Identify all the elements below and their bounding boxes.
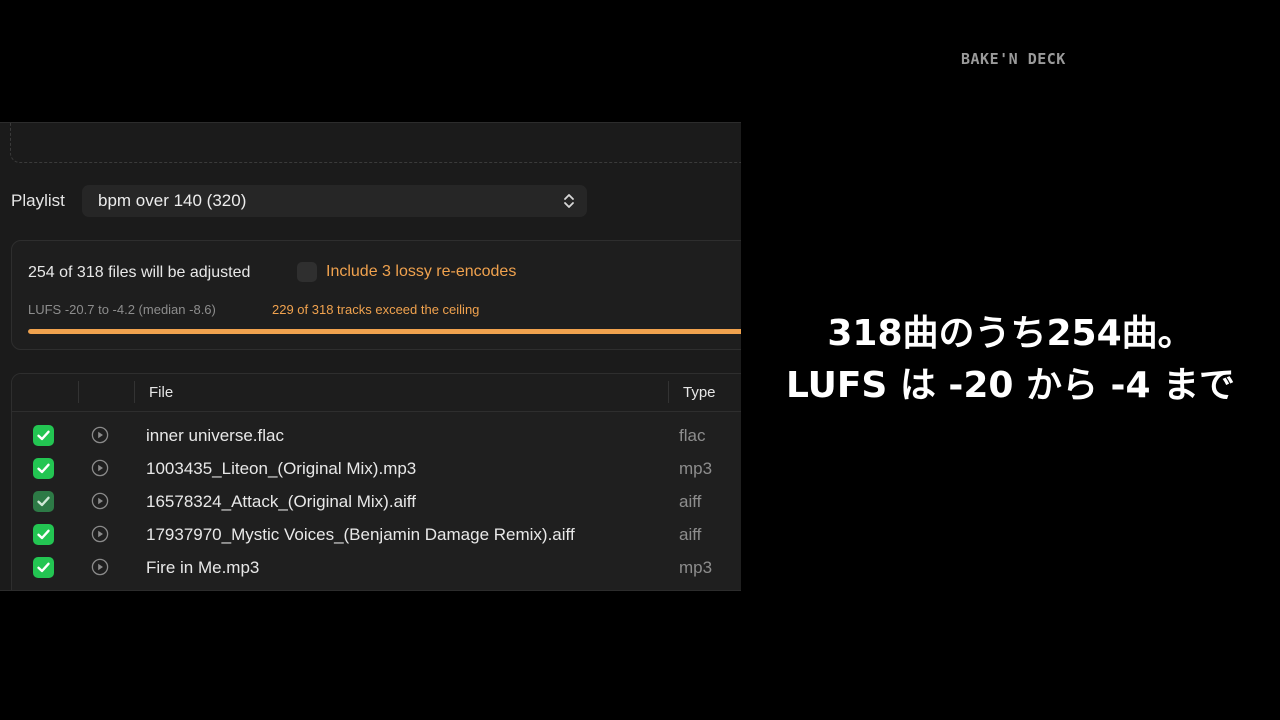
table-row[interactable]: 17937970_Mystic Voices_(Benjamin Damage … bbox=[12, 518, 741, 551]
app-panel: Playlist bpm over 140 (320) 254 of 318 f… bbox=[0, 122, 741, 591]
file-table: File Type inner universe.flac flac 10034… bbox=[11, 373, 741, 590]
checkmark-icon bbox=[37, 463, 50, 474]
file-type: mp3 bbox=[679, 558, 713, 577]
checkmark-icon bbox=[37, 562, 50, 573]
playlist-selected-value: bpm over 140 (320) bbox=[98, 191, 247, 210]
adjust-count-text: 254 of 318 files will be adjusted bbox=[28, 264, 251, 281]
checkmark-icon bbox=[37, 430, 50, 441]
file-type: aiff bbox=[679, 492, 702, 511]
progress-track bbox=[28, 329, 741, 334]
play-circle-icon[interactable] bbox=[91, 525, 109, 543]
file-name: 16578324_Attack_(Original Mix).aiff bbox=[146, 492, 416, 511]
exceed-ceiling-text: 229 of 318 tracks exceed the ceiling bbox=[272, 302, 480, 317]
playlist-select[interactable]: bpm over 140 (320) bbox=[82, 185, 587, 217]
play-circle-icon[interactable] bbox=[91, 459, 109, 477]
file-name: 1003435_Liteon_(Original Mix).mp3 bbox=[146, 459, 417, 478]
adjustment-summary: 254 of 318 files will be adjusted Includ… bbox=[11, 240, 741, 350]
row-checkbox[interactable] bbox=[33, 425, 54, 446]
file-type: flac bbox=[679, 426, 706, 445]
table-row[interactable]: inner universe.flac flac bbox=[12, 419, 741, 452]
caption-line-2: LUFS は -20 から -4 まで bbox=[785, 365, 1236, 406]
file-name: inner universe.flac bbox=[146, 426, 284, 445]
drop-zone[interactable] bbox=[10, 123, 741, 163]
table-row[interactable]: Fire in Me.mp3 mp3 bbox=[12, 551, 741, 584]
brand-watermark: BAKE'N DECK bbox=[961, 50, 1066, 68]
play-circle-icon[interactable] bbox=[91, 492, 109, 510]
row-checkbox[interactable] bbox=[33, 458, 54, 479]
file-type: aiff bbox=[679, 525, 702, 544]
lossy-checkbox[interactable] bbox=[297, 262, 317, 282]
column-header-type[interactable]: Type bbox=[683, 384, 716, 401]
checkmark-icon bbox=[37, 529, 50, 540]
lossy-reencode-toggle[interactable]: Include 3 lossy re-encodes bbox=[297, 262, 516, 282]
lossy-label: Include 3 lossy re-encodes bbox=[326, 263, 517, 280]
table-row[interactable]: 16578324_Attack_(Original Mix).aiff aiff bbox=[12, 485, 741, 518]
table-header: File Type bbox=[12, 374, 741, 412]
chevron-up-down-icon bbox=[564, 194, 574, 208]
column-separator bbox=[668, 381, 669, 403]
column-separator bbox=[134, 381, 135, 403]
table-row[interactable]: 1003435_Liteon_(Original Mix).mp3 mp3 bbox=[12, 452, 741, 485]
column-header-file[interactable]: File bbox=[149, 384, 173, 401]
file-type: mp3 bbox=[679, 459, 713, 478]
progress-fill bbox=[28, 329, 741, 334]
file-name: Fire in Me.mp3 bbox=[146, 558, 260, 577]
file-name: 17937970_Mystic Voices_(Benjamin Damage … bbox=[146, 525, 575, 544]
lufs-range-text: LUFS -20.7 to -4.2 (median -8.6) bbox=[28, 302, 216, 317]
play-circle-icon[interactable] bbox=[91, 558, 109, 576]
caption-line-1: 318曲のうち254曲。 bbox=[827, 313, 1194, 354]
row-checkbox[interactable] bbox=[33, 491, 54, 512]
row-checkbox[interactable] bbox=[33, 524, 54, 545]
column-separator bbox=[78, 381, 79, 403]
play-circle-icon[interactable] bbox=[91, 426, 109, 444]
checkmark-icon bbox=[37, 496, 50, 507]
row-checkbox[interactable] bbox=[33, 557, 54, 578]
playlist-label: Playlist bbox=[11, 191, 65, 210]
